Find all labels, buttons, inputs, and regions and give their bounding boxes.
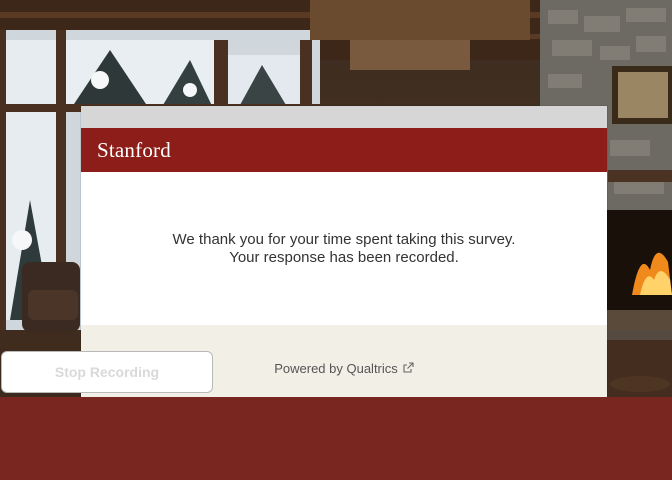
- external-link-icon: [402, 362, 414, 374]
- thank-you-text: We thank you for your time spent taking …: [172, 230, 516, 248]
- bottom-band: [0, 397, 672, 480]
- powered-by-label: Powered by Qualtrics: [274, 360, 398, 376]
- stop-recording-button[interactable]: Stop Recording: [1, 351, 213, 393]
- response-recorded-text: Your response has been recorded.: [229, 248, 459, 266]
- brand-logo-text: Stanford: [97, 137, 171, 162]
- card-top-bar: [81, 106, 607, 128]
- screen: Stanford We thank you for your time spen…: [0, 0, 672, 480]
- survey-header: Stanford: [81, 128, 607, 172]
- survey-message: We thank you for your time spent taking …: [81, 172, 607, 325]
- powered-by-qualtrics-link[interactable]: Powered by Qualtrics: [274, 361, 414, 376]
